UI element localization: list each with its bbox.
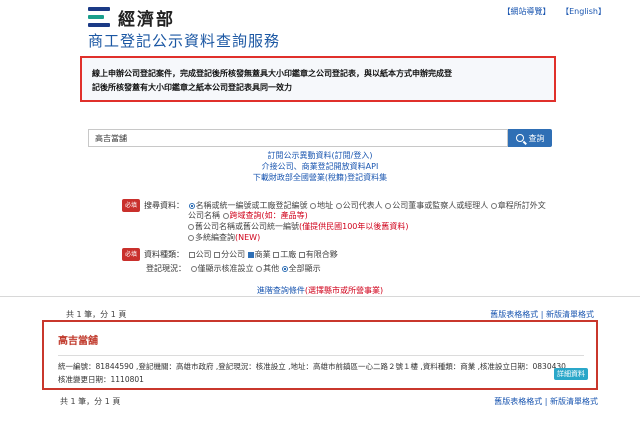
data-type-label: 資料種類：: [144, 250, 185, 259]
radio-other-label: 其他: [263, 264, 280, 273]
search-data-row-3: 舊公司名稱或舊公司統一編號(僅提供民國100年以後舊資料): [188, 221, 409, 232]
radio-representative[interactable]: [335, 202, 342, 209]
old-company-hint: (僅提供民國100年以後舊資料): [299, 222, 409, 231]
export-separator-bottom: |: [544, 397, 548, 406]
data-type-row: 必填 資料種類： 公司 分公司 商業 工廠 有限合夥: [122, 248, 338, 261]
checkbox-business[interactable]: [247, 251, 254, 258]
radio-show-all-label: 全部顯示: [288, 264, 321, 273]
search-button[interactable]: 查詢: [508, 129, 552, 147]
subscribe-link[interactable]: 訂閱公示異動資料(訂閱/登入): [0, 150, 640, 161]
radio-old-company[interactable]: [188, 223, 194, 230]
radio-director[interactable]: [385, 202, 392, 209]
checkbox-company-label: 公司: [195, 250, 212, 259]
required-tag: 必填: [122, 199, 141, 212]
export-old-format-link[interactable]: 舊版表格格式: [490, 310, 538, 319]
checkbox-branch-label: 分公司: [221, 250, 246, 259]
old-company-label: 舊公司名稱或舊公司統一編號: [195, 222, 299, 231]
ministry-logo-icon: [88, 7, 110, 27]
radio-approved-only-label: 僅顯示核准設立: [197, 264, 254, 273]
search-data-row-4: 多統編查詢(NEW): [188, 232, 260, 243]
advanced-search-link[interactable]: 進階查詢條件(選擇縣市或所營事業): [0, 285, 640, 296]
radio-other[interactable]: [256, 265, 263, 272]
radio-name-or-id-label: 名稱或統一編號或工廠登記編號: [195, 201, 308, 210]
advanced-search-label: 進階查詢條件: [256, 286, 305, 295]
foreign-name-cont: 公司名稱: [188, 211, 220, 220]
notice-line-1: 線上申辦公司登記案件，完成登記後所核發無蓋具大小印鑑章之公司登記表，與以紙本方式…: [92, 69, 452, 78]
radio-address[interactable]: [310, 202, 317, 209]
sitemap-link[interactable]: 【網站導覽】: [503, 7, 551, 16]
radio-cross-search[interactable]: [222, 212, 229, 219]
checkbox-branch[interactable]: [214, 251, 221, 258]
checkbox-partnership-label: 有限合夥: [305, 250, 338, 259]
advanced-search-hint: (選擇縣市或所營事業): [304, 286, 384, 295]
radio-name-or-id[interactable]: [188, 202, 195, 209]
result-count-bottom: 共 1 筆，分 1 頁: [60, 397, 121, 406]
radio-representative-label: 公司代表人: [342, 201, 383, 210]
api-link[interactable]: 介接公司、商業登記開放資料API: [0, 161, 640, 172]
export-links-bottom: 舊版表格格式 | 新版清單格式: [494, 396, 598, 407]
status-label: 登記現況：: [146, 264, 186, 273]
top-links: 【網站導覽】 【English】: [495, 6, 606, 17]
radio-approved-only[interactable]: [190, 265, 197, 272]
notice-banner: 線上申辦公司登記案件，完成登記後所核發無蓋具大小印鑑章之公司登記表，與以紙本方式…: [80, 56, 556, 102]
search-icon: [515, 134, 524, 142]
service-links: 訂閱公示異動資料(訂閱/登入) 介接公司、商業登記開放資料API 下載財政部全國…: [0, 150, 640, 183]
status-row: 登記現況： 僅顯示核准設立 其他 全部顯示: [146, 263, 321, 274]
result-divider: [58, 355, 584, 356]
notice-line-2: 記後所核發蓋有大小印鑑章之紙本公司登記表具同一效力: [92, 83, 292, 92]
result-card: 高吉當舖 統一編號：81844590 ,登記機關：高雄市政府 ,登記現況：核准設…: [42, 320, 598, 390]
search-input[interactable]: 高吉當舖: [88, 129, 508, 147]
multi-query-label: 多統編查詢: [195, 233, 235, 242]
page-title: 商工登記公示資料查詢服務: [88, 32, 281, 50]
radio-show-all[interactable]: [281, 265, 288, 272]
ministry-name: 經濟部: [118, 9, 175, 30]
export-separator: |: [540, 310, 544, 319]
radio-address-label: 地址: [317, 201, 334, 210]
cross-search-hint: (如：產品等): [261, 211, 308, 220]
download-link[interactable]: 下載財政部全國營業(稅籍)登記資料集: [0, 172, 640, 183]
export-new-format-link-bottom[interactable]: 新版清單格式: [550, 397, 598, 406]
checkbox-company[interactable]: [188, 251, 195, 258]
result-count-top: 共 1 筆，分 1 頁: [66, 310, 127, 319]
detail-button[interactable]: 詳細資料: [554, 368, 588, 380]
checkbox-partnership[interactable]: [298, 251, 305, 258]
radio-director-label: 公司董事或監察人或經理人: [392, 201, 489, 210]
search-data-row-2: 公司名稱 跨域查詢(如：產品等): [188, 210, 308, 221]
logo[interactable]: 經濟部: [88, 4, 175, 30]
search-button-label: 查詢: [528, 133, 545, 143]
search-data-label: 搜尋資料：: [144, 201, 185, 210]
divider: [0, 296, 640, 297]
cross-search-label: 跨域查詢: [229, 211, 262, 220]
export-links-top: 舊版表格格式 | 新版清單格式: [490, 309, 594, 320]
checkbox-factory[interactable]: [273, 251, 280, 258]
radio-multi-query[interactable]: [188, 234, 194, 241]
export-new-format-link[interactable]: 新版清單格式: [546, 310, 594, 319]
multi-query-new-badge: (NEW): [235, 233, 261, 242]
result-company-name[interactable]: 高吉當舖: [58, 332, 98, 347]
radio-foreign-name[interactable]: [490, 202, 497, 209]
required-tag-2: 必填: [122, 248, 141, 261]
checkbox-factory-label: 工廠: [280, 250, 297, 259]
checkbox-business-label: 商業: [254, 250, 271, 259]
search-data-row: 必填 搜尋資料： 名稱或統一編號或工廠登記編號 地址 公司代表人 公司董事或監察人…: [122, 199, 546, 212]
export-old-format-link-bottom[interactable]: 舊版表格格式: [494, 397, 542, 406]
english-link[interactable]: 【English】: [561, 7, 606, 16]
result-detail: 統一編號：81844590 ,登記機關：高雄市政府 ,登記現況：核准設立 ,地址…: [58, 362, 571, 384]
radio-foreign-name-label: 章程所訂外文: [497, 201, 546, 210]
